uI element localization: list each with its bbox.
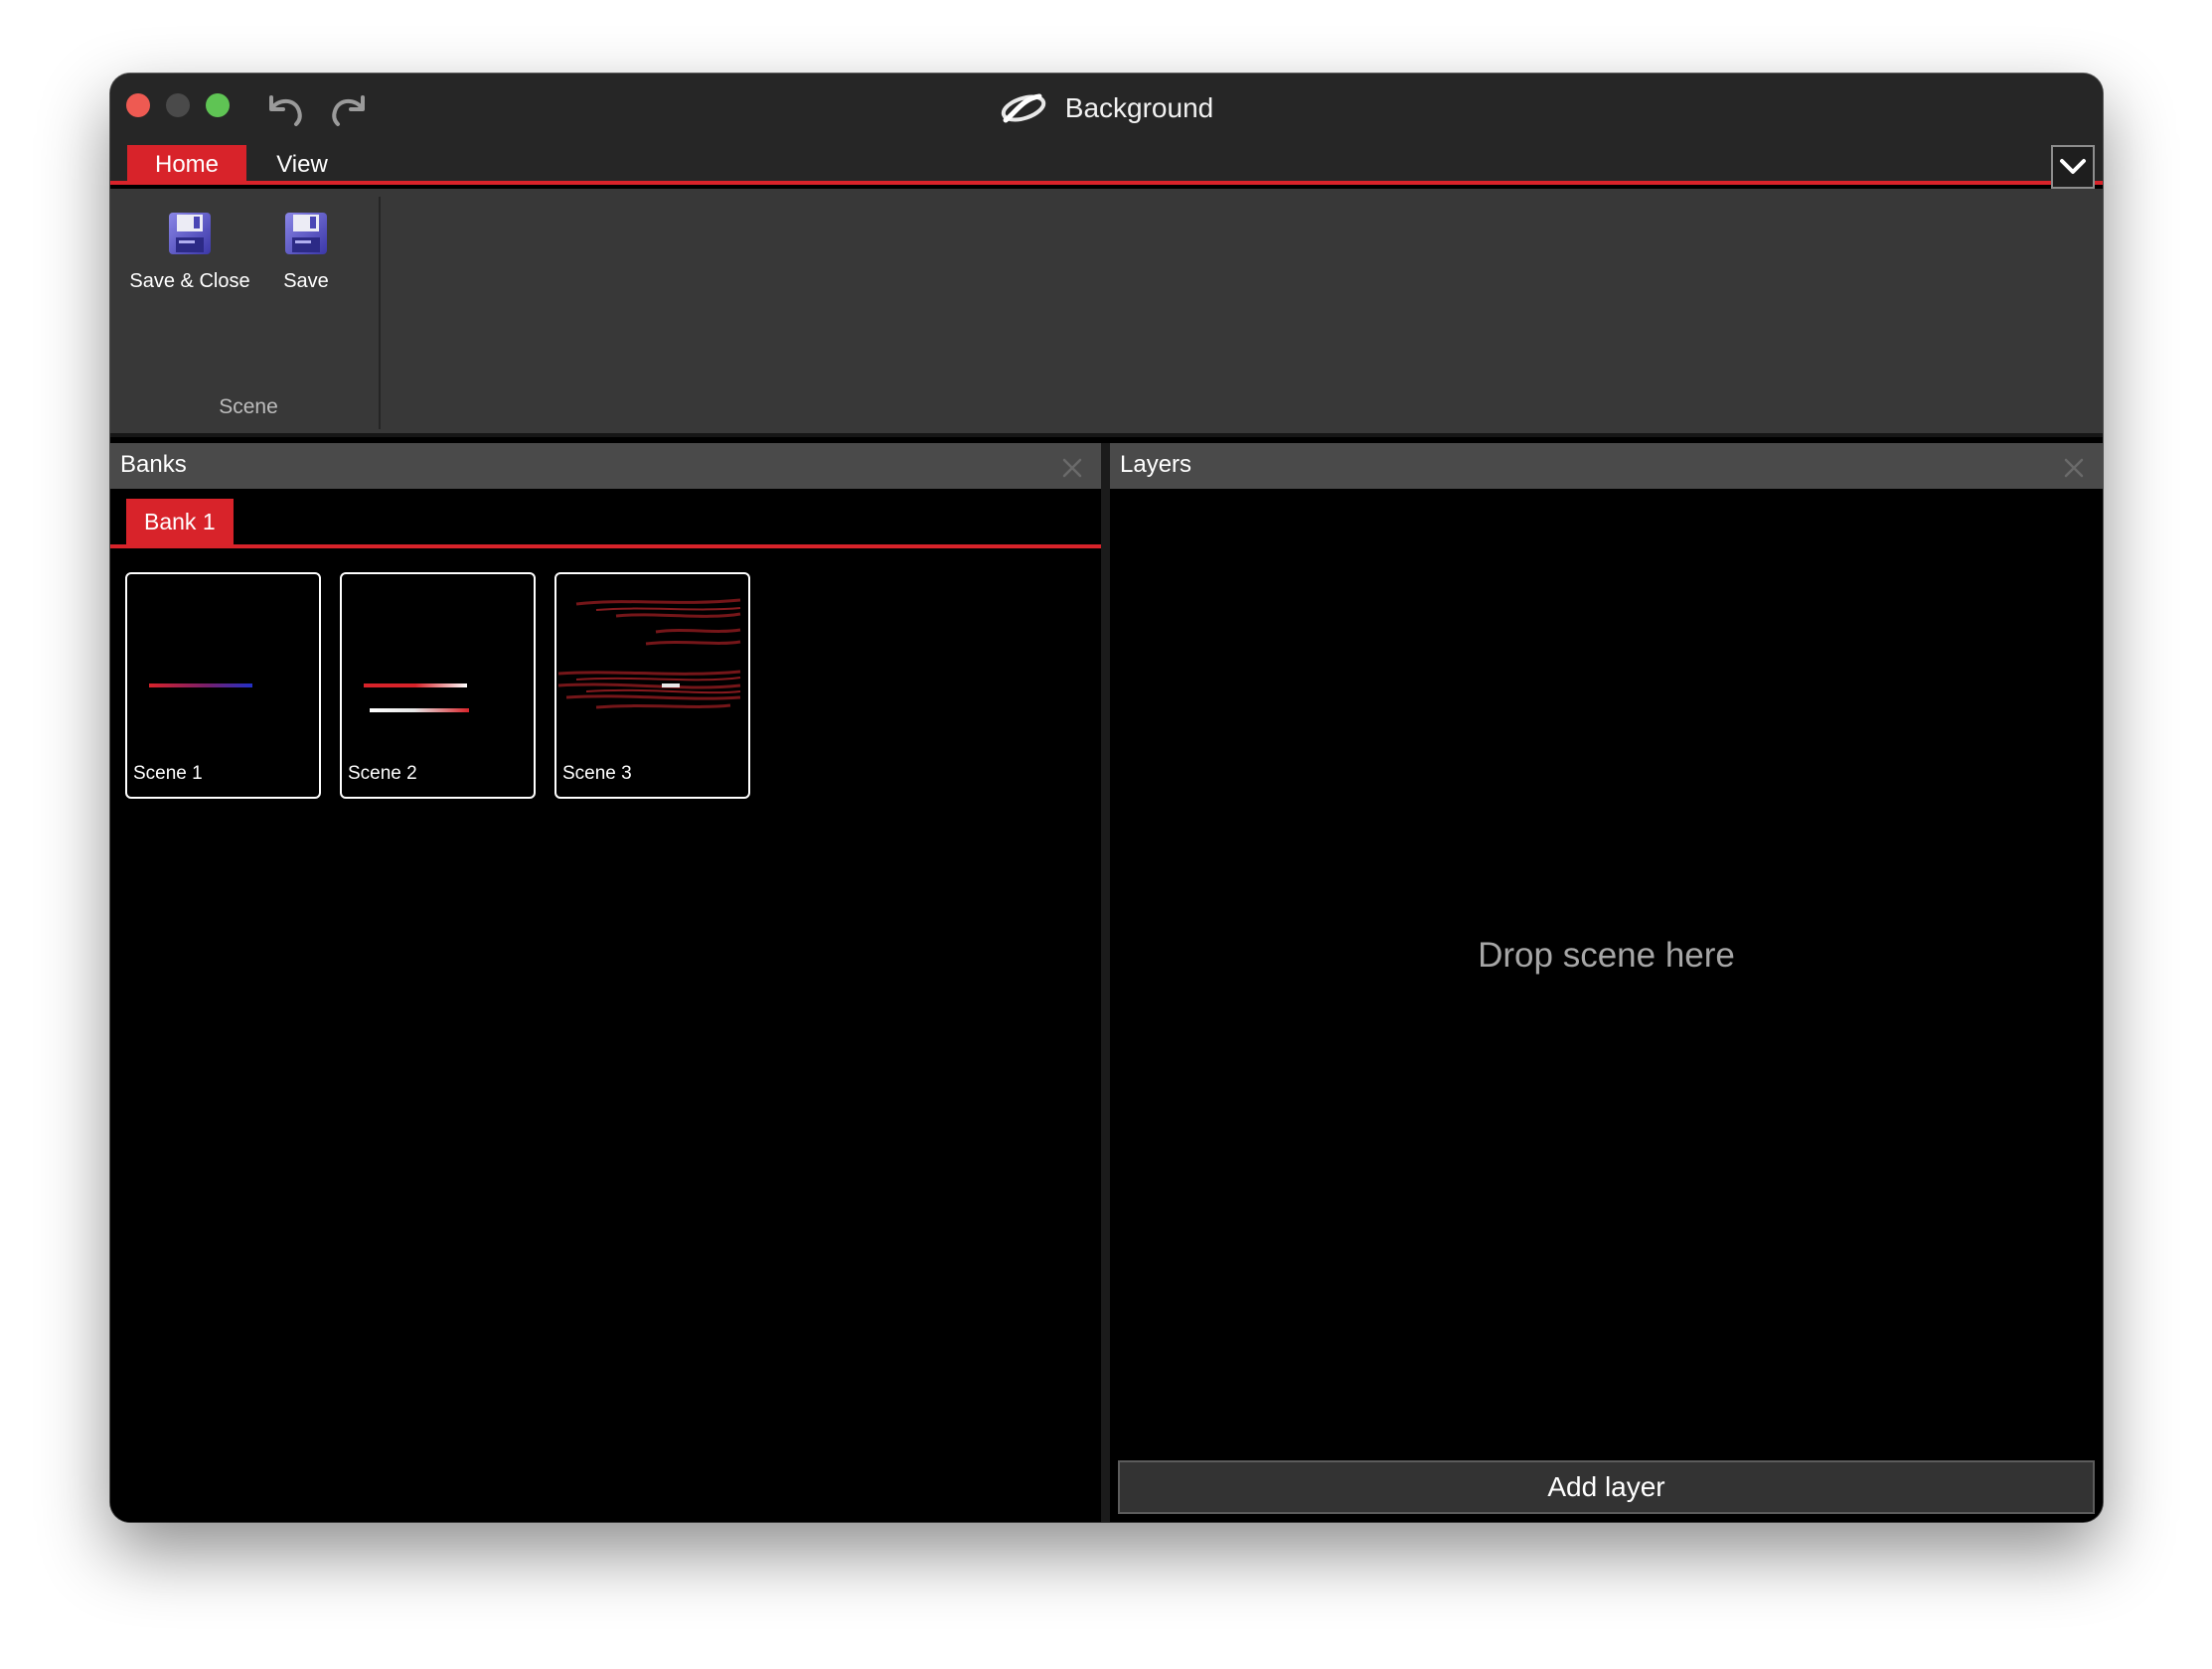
layers-panel-title: Layers [1120, 451, 1192, 478]
ribbon-group-scene: Save & Close Save Scene [116, 197, 381, 429]
save-and-close-button[interactable]: Save & Close [126, 211, 253, 293]
tab-view[interactable]: View [252, 145, 352, 185]
scene-label: Scene 3 [562, 763, 632, 784]
ribbon-group-label: Scene [219, 395, 278, 418]
floppy-disk-icon [169, 213, 211, 254]
close-icon[interactable] [1061, 457, 1083, 479]
close-icon[interactable] [2063, 457, 2085, 479]
bank-tab-bar: Bank 1 [110, 489, 1101, 548]
scene-thumbnail[interactable]: Scene 3 [554, 572, 750, 799]
chevron-down-icon [2060, 159, 2086, 174]
layers-panel: Layers Drop scene here Add layer [1110, 443, 2103, 1522]
app-window: Background Home View Save & Close Save S… [110, 74, 2103, 1522]
ribbon-body: Save & Close Save Scene [110, 189, 2103, 437]
scene-thumbnail[interactable]: Scene 1 [125, 572, 321, 799]
add-layer-button[interactable]: Add layer [1118, 1460, 2095, 1514]
drop-zone-placeholder[interactable]: Drop scene here [1110, 936, 2103, 976]
floppy-disk-icon [285, 213, 327, 254]
window-title: Background [1064, 92, 1214, 123]
ribbon-collapse-button[interactable] [2051, 145, 2095, 189]
banks-panel-header: Banks [110, 443, 1101, 489]
banks-panel: Banks Bank 1 Scene 1 Scene 2 Scene 3 [110, 443, 1101, 1522]
tab-home[interactable]: Home [127, 145, 246, 185]
window-title-area: Background [110, 87, 2103, 129]
ribbon-tab-bar: Home View [110, 141, 2103, 185]
scene-thumbnail[interactable]: Scene 2 [340, 572, 536, 799]
scene-label: Scene 2 [348, 763, 417, 784]
save-and-close-label: Save & Close [129, 270, 250, 292]
layers-panel-header: Layers [1110, 443, 2103, 489]
save-label: Save [283, 270, 329, 292]
banks-panel-title: Banks [120, 451, 187, 478]
panel-splitter[interactable] [1101, 443, 1110, 1522]
scene-label: Scene 1 [133, 763, 203, 784]
save-button[interactable]: Save [267, 211, 345, 293]
app-logo-icon [1001, 93, 1045, 123]
title-bar: Background [110, 74, 2103, 141]
tab-bank-1[interactable]: Bank 1 [126, 499, 234, 544]
